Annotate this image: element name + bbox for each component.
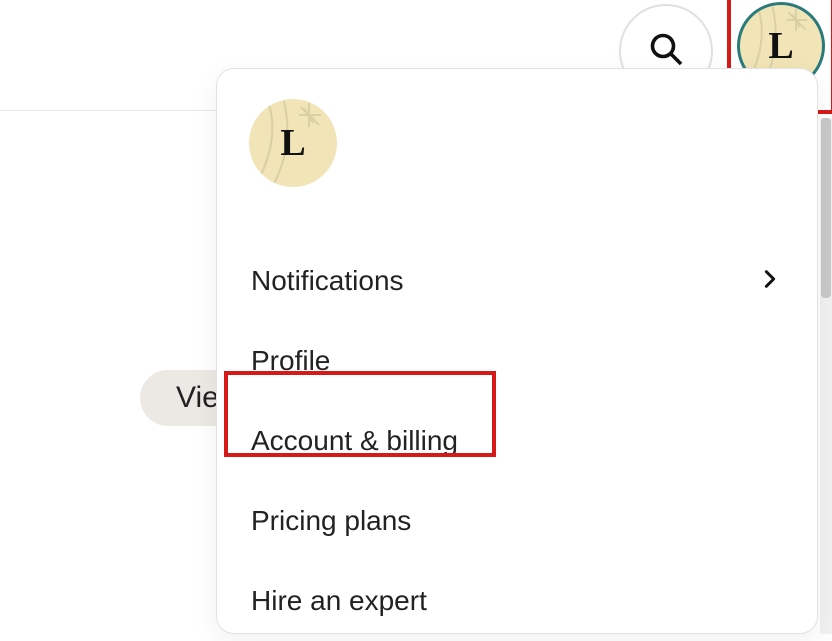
- background-button-label: Vie: [176, 381, 219, 415]
- menu-item-label: Pricing plans: [251, 505, 411, 537]
- menu-item-label: Notifications: [251, 265, 404, 297]
- scrollbar-track[interactable]: [820, 118, 832, 634]
- menu-items-list: Notifications Profile Account & billing …: [217, 241, 817, 641]
- menu-avatar-letter: L: [280, 121, 305, 165]
- account-dropdown: L Notifications Profile Account & billin…: [216, 68, 818, 634]
- chevron-right-icon: [759, 265, 781, 297]
- menu-item-label: Hire an expert: [251, 585, 427, 617]
- menu-item-profile[interactable]: Profile: [217, 321, 817, 401]
- menu-item-pricing-plans[interactable]: Pricing plans: [217, 481, 817, 561]
- menu-avatar[interactable]: L: [249, 99, 337, 187]
- menu-item-notifications[interactable]: Notifications: [217, 241, 817, 321]
- menu-item-label: Account & billing: [251, 425, 458, 457]
- avatar-letter: L: [768, 24, 793, 68]
- search-icon: [648, 31, 684, 72]
- scrollbar-thumb[interactable]: [821, 118, 831, 298]
- menu-item-hire-expert[interactable]: Hire an expert: [217, 561, 817, 641]
- menu-item-label: Profile: [251, 345, 330, 377]
- menu-item-account-billing[interactable]: Account & billing: [217, 401, 817, 481]
